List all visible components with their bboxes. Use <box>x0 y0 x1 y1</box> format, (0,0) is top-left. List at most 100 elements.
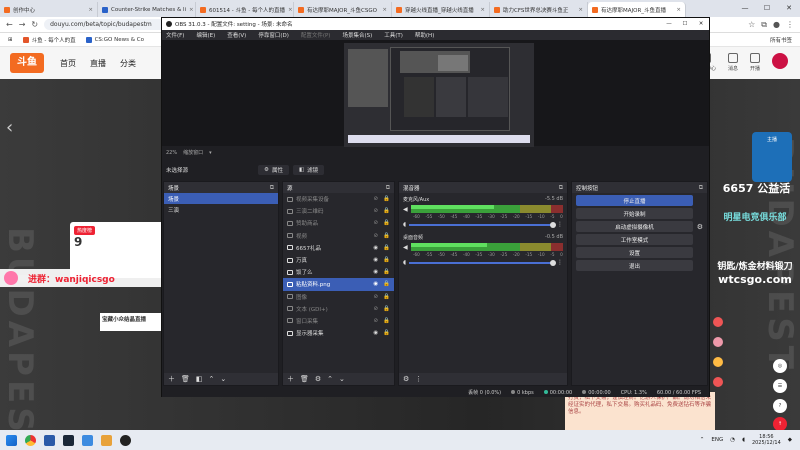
douyu-nav-item[interactable]: 分类 <box>120 58 136 69</box>
bookmark-item[interactable]: 斗鱼 - 每个人的直 <box>22 36 76 44</box>
control-button-3[interactable]: 工作室模式 <box>576 234 693 245</box>
douyu-nav-item[interactable]: 直播 <box>90 58 106 69</box>
tab-close-icon[interactable]: × <box>88 7 93 13</box>
obs-menu-item[interactable]: 配置文件(P) <box>301 31 331 39</box>
eye-icon[interactable]: ◉ <box>373 257 378 263</box>
tab-close-icon[interactable]: × <box>676 7 681 13</box>
all-bookmarks[interactable]: 所有书签 <box>770 36 792 44</box>
browser-tab[interactable]: 有达摩耶MAJOR_斗鱼直播 × <box>588 2 686 17</box>
source-item[interactable]: 赞助商品 ⊘ 🔒 <box>283 217 394 229</box>
browser-tab[interactable]: 创作中心 × <box>0 2 98 17</box>
eye-off-icon[interactable]: ⊘ <box>374 294 379 300</box>
eye-icon[interactable]: ◉ <box>373 281 378 287</box>
eye-icon[interactable]: ◉ <box>373 245 378 251</box>
source-item[interactable]: 视频采集设备 ⊘ 🔒 <box>283 193 394 205</box>
undock-icon[interactable]: ⧉ <box>270 184 274 192</box>
side-tool-icon[interactable]: ◎ <box>773 359 787 373</box>
extensions-icon[interactable]: ⧉ <box>761 20 767 30</box>
menu-icon[interactable]: ⋮ <box>786 20 794 30</box>
lock-icon[interactable]: 🔒 <box>383 257 390 263</box>
filter-icon[interactable]: ◧ <box>196 375 203 383</box>
douyu-nav-item[interactable]: 首页 <box>60 58 76 69</box>
lock-icon[interactable]: 🔒 <box>383 294 390 300</box>
notification-icon[interactable]: ◆ <box>788 437 792 443</box>
mute-icon[interactable]: ◀ <box>403 206 408 213</box>
obs-menu-item[interactable]: 帮助(H) <box>415 31 434 39</box>
back-icon[interactable]: ← <box>6 20 13 29</box>
control-button-1[interactable]: 开始录制 <box>576 208 693 219</box>
scene-item[interactable]: 场景 <box>164 193 278 204</box>
obs-menu-item[interactable]: 停靠窗口(D) <box>258 31 289 39</box>
eye-off-icon[interactable]: ⊘ <box>374 208 379 214</box>
close-icon[interactable]: ✕ <box>693 21 709 27</box>
lang-indicator[interactable]: ENG <box>711 437 723 443</box>
browser-tab[interactable]: 601514 - 斗鱼 - 每个人的直播 × <box>196 2 294 17</box>
douyu-logo[interactable]: 斗鱼 <box>10 53 44 73</box>
source-item[interactable]: 图像 ⊘ 🔒 <box>283 291 394 303</box>
source-item[interactable]: 视频 ⊘ 🔒 <box>283 230 394 242</box>
lock-icon[interactable]: 🔒 <box>383 306 390 312</box>
chevron-up-icon[interactable]: ⌃ <box>209 375 215 383</box>
lock-icon[interactable]: 🔒 <box>383 245 390 251</box>
eye-off-icon[interactable]: ⊘ <box>374 318 379 324</box>
gift-icon[interactable] <box>713 357 723 367</box>
side-tool-icon[interactable]: ☰ <box>773 379 787 393</box>
minimize-icon[interactable]: — <box>661 21 677 27</box>
trash-icon[interactable]: 🗑 <box>181 375 190 383</box>
room-title[interactable]: 宝藏小众结晶直播 <box>100 313 168 331</box>
eye-off-icon[interactable]: ⊘ <box>374 233 379 239</box>
lock-icon[interactable]: 🔒 <box>383 330 390 336</box>
control-button-5[interactable]: 退出 <box>576 260 693 271</box>
chevron-down-icon[interactable]: ⌄ <box>220 375 226 383</box>
gift-icon[interactable] <box>713 377 723 387</box>
zoom-mode[interactable]: 缩放窗口 <box>183 149 203 156</box>
control-button-4[interactable]: 设置 <box>576 247 693 258</box>
eye-off-icon[interactable]: ⊘ <box>374 306 379 312</box>
filters-button[interactable]: ◧ 滤镜 <box>292 165 325 175</box>
browser-tab[interactable]: 有达摩耶MAJOR_斗鱼CSGO × <box>294 2 392 17</box>
side-tool-icon[interactable]: ? <box>773 399 787 413</box>
control-button-2[interactable]: 启动虚拟摄像机 ⚙ <box>576 221 703 232</box>
chevron-up-icon[interactable]: ⌃ <box>327 375 333 383</box>
more-icon[interactable]: ⋮ <box>557 259 563 266</box>
clock[interactable]: 18:56 2025/12/14 <box>752 434 781 446</box>
douyu-header-action[interactable]: 开播 <box>749 53 760 72</box>
tab-close-icon[interactable]: × <box>189 7 194 13</box>
scene-item[interactable]: 三演 <box>164 204 278 215</box>
gear-icon[interactable]: ⚙ <box>697 223 703 231</box>
app-icon[interactable] <box>82 434 93 446</box>
lock-icon[interactable]: 🔒 <box>383 318 390 324</box>
source-item[interactable]: 粘贴资料.png ◉ 🔒 <box>283 278 394 291</box>
source-item[interactable]: 万真 ◉ 🔒 <box>283 254 394 266</box>
profile-icon[interactable]: ● <box>773 20 780 30</box>
control-button-0[interactable]: 停止直播 <box>576 195 693 206</box>
add-icon[interactable]: ＋ <box>287 374 294 384</box>
browser-tab[interactable]: 助力CFS世界总决赛斗鱼正 × <box>490 2 588 17</box>
lock-icon[interactable]: 🔒 <box>383 220 390 226</box>
undock-icon[interactable]: ⧉ <box>559 184 563 192</box>
lock-icon[interactable]: 🔒 <box>383 196 390 202</box>
anchor-badge[interactable]: 主播 <box>752 132 792 182</box>
browser-tab[interactable]: Counter-Strike Matches & li × <box>98 2 196 17</box>
speaker-icon[interactable]: ◖ <box>403 259 406 266</box>
source-item[interactable]: 显示器采集 ◉ 🔒 <box>283 327 394 339</box>
source-item[interactable]: 窗口采集 ⊘ 🔒 <box>283 315 394 327</box>
volume-slider[interactable] <box>409 259 556 266</box>
bookmark-item[interactable]: CS:GO News & Co <box>85 36 144 43</box>
obs-menu-item[interactable]: 场景集合(S) <box>342 31 372 39</box>
mute-icon[interactable]: ◀ <box>403 244 408 251</box>
trash-icon[interactable]: 🗑 <box>300 375 309 383</box>
maximize-icon[interactable]: ☐ <box>756 0 778 17</box>
add-icon[interactable]: ＋ <box>168 374 175 384</box>
scroll-top-icon[interactable]: ↑ <box>773 417 787 430</box>
steam-icon[interactable] <box>63 434 74 446</box>
gear-icon[interactable]: ⚙ <box>315 375 321 383</box>
obs-menu-item[interactable]: 编辑(E) <box>196 31 215 39</box>
undock-icon[interactable]: ⧉ <box>386 184 390 192</box>
wifi-icon[interactable]: ◔ <box>730 437 735 443</box>
gift-icon[interactable] <box>713 337 723 347</box>
volume-slider[interactable] <box>409 221 556 228</box>
slider-knob[interactable] <box>550 259 556 266</box>
browser-tab[interactable]: 穿越火线直播_穿越火线直播 × <box>392 2 490 17</box>
avatar[interactable] <box>772 53 788 69</box>
